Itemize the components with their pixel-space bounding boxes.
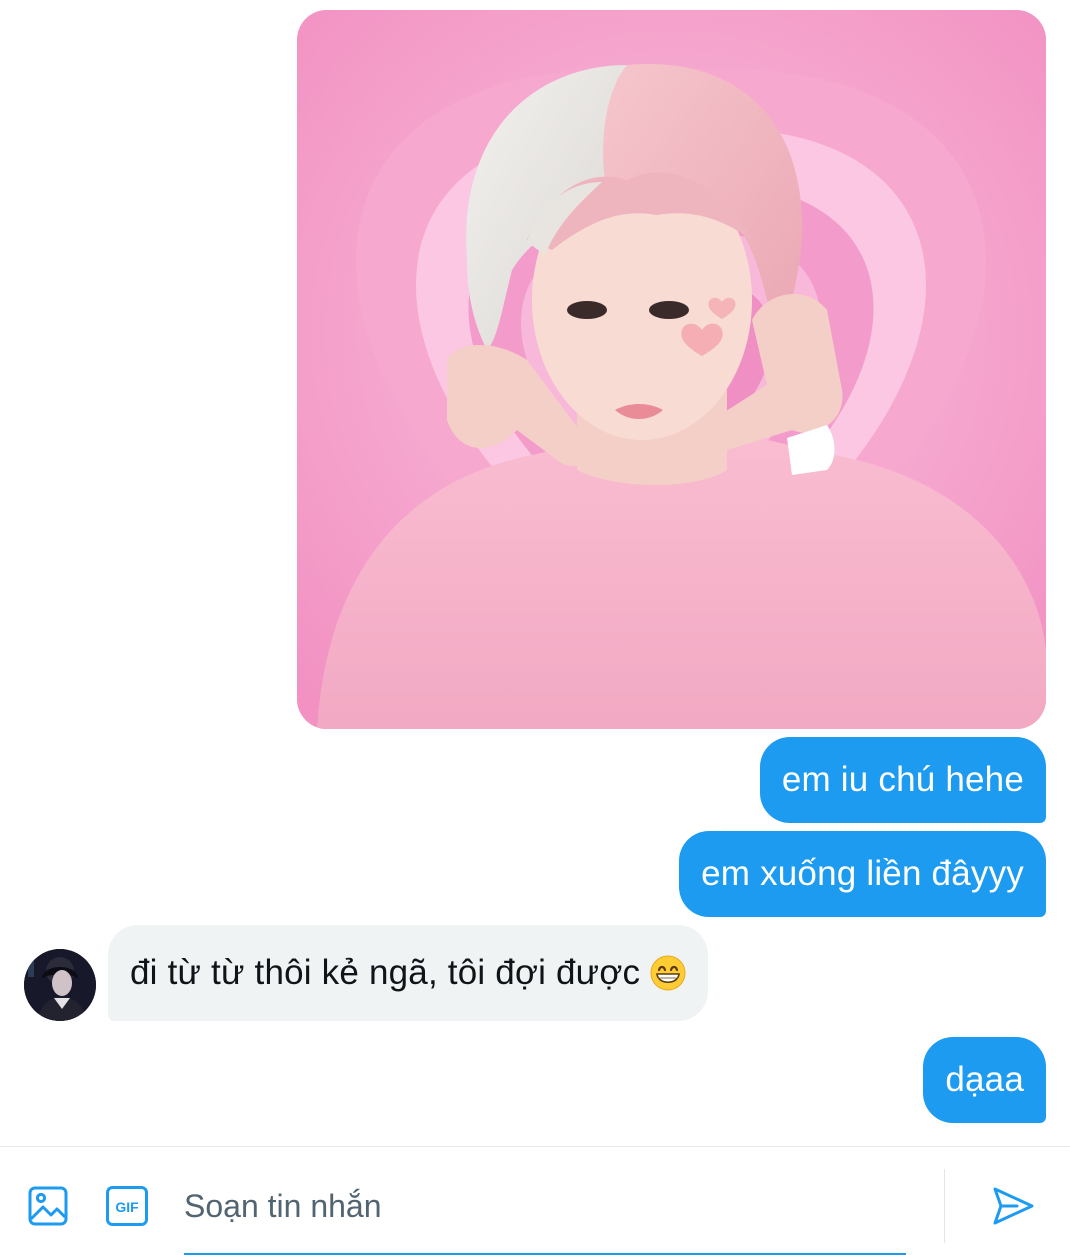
message-text: em xuống liền đâyyy — [701, 854, 1024, 893]
dm-conversation: em iu chú hehe em xuống liền đâyyy đi từ… — [0, 0, 1070, 1255]
grinning-face-emoji-icon — [650, 955, 686, 991]
gif-label: GIF — [115, 1199, 139, 1215]
message-input[interactable] — [184, 1183, 906, 1229]
incoming-message[interactable]: đi từ từ thôi kẻ ngã, tôi đợi được — [108, 925, 709, 1021]
composer-divider — [944, 1169, 945, 1243]
shared-photo — [297, 10, 1046, 729]
gif-icon[interactable]: GIF — [104, 1183, 150, 1229]
message-text: dạaa — [945, 1060, 1024, 1099]
message-text: đi từ từ thôi kẻ ngã, tôi đợi được — [130, 953, 641, 992]
message-composer: GIF — [0, 1146, 1070, 1255]
outgoing-message[interactable]: dạaa — [923, 1037, 1046, 1123]
send-icon[interactable] — [990, 1183, 1036, 1229]
sender-avatar[interactable] — [24, 949, 96, 1021]
image-icon[interactable] — [25, 1183, 71, 1229]
message-text: em iu chú hehe — [781, 760, 1024, 799]
outgoing-message[interactable]: em iu chú hehe — [759, 737, 1046, 823]
image-message[interactable] — [297, 10, 1046, 729]
outgoing-message[interactable]: em xuống liền đâyyy — [679, 831, 1046, 917]
